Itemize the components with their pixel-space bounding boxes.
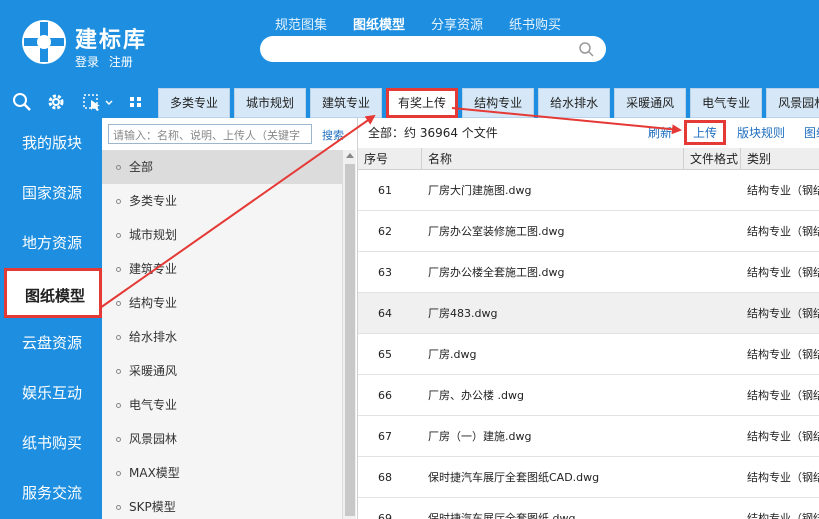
- scroll-up-icon[interactable]: [346, 153, 354, 158]
- left-nav-local[interactable]: 地方资源: [0, 218, 102, 268]
- toolbar: 多类专业 城市规划 建筑专业 有奖上传 结构专业 给水排水 采暖通风 电气专业 …: [0, 86, 819, 118]
- category-list: 全部 多类专业 城市规划 建筑专业 结构专业 给水排水 采暖通风 电气专业 风景…: [102, 150, 342, 519]
- left-nav-drawings[interactable]: 图纸模型: [4, 268, 102, 318]
- tab-reward-upload[interactable]: 有奖上传: [386, 88, 459, 118]
- bullet-icon: [116, 233, 121, 238]
- login-link[interactable]: 登录: [75, 55, 99, 69]
- upload-button[interactable]: 上传: [684, 120, 727, 145]
- category-item[interactable]: 电气专业: [102, 388, 342, 422]
- register-link[interactable]: 注册: [109, 55, 133, 69]
- table-row[interactable]: 68 保时捷汽车展厅全套图纸CAD.dwg 结构专业（钢结: [358, 457, 819, 498]
- scrollbar-thumb[interactable]: [345, 164, 355, 516]
- category-item[interactable]: 建筑专业: [102, 252, 342, 286]
- category-search-button[interactable]: 搜索: [322, 127, 344, 143]
- top-nav-books[interactable]: 纸书购买: [509, 14, 561, 33]
- left-nav-cloud[interactable]: 云盘资源: [0, 318, 102, 368]
- login-links: 登录 注册: [75, 53, 139, 70]
- tab-architecture[interactable]: 建筑专业: [310, 88, 383, 118]
- table-row[interactable]: 62 厂房办公室装修施工图.dwg 结构专业（钢结: [358, 211, 819, 252]
- bullet-icon: [116, 369, 121, 374]
- category-panel: 请输入：名称、说明、上传人（关键字 搜索 全部 多类专业 城市规划 建筑专业 结…: [102, 118, 358, 519]
- left-nav-my-section[interactable]: 我的版块: [0, 118, 102, 168]
- file-table-header: 序号 名称 文件格式 类别: [358, 148, 819, 170]
- bullet-icon: [116, 199, 121, 204]
- grid-icon[interactable]: [128, 92, 144, 112]
- bullet-icon: [116, 301, 121, 306]
- tab-structure[interactable]: 结构专业: [462, 88, 535, 118]
- category-tabs: 多类专业 城市规划 建筑专业 有奖上传 结构专业 给水排水 采暖通风 电气专业 …: [158, 88, 819, 118]
- tab-landscape[interactable]: 风景园林: [766, 88, 819, 118]
- top-nav-share[interactable]: 分享资源: [431, 14, 483, 33]
- gear-icon[interactable]: [46, 92, 66, 112]
- file-count: 全部：约 36964 个文件: [368, 126, 498, 140]
- bullet-icon: [116, 267, 121, 272]
- top-nav: 规范图集 图纸模型 分享资源 纸书购买: [262, 14, 574, 33]
- table-row[interactable]: 64 厂房483.dwg 结构专业（钢结: [358, 293, 819, 334]
- column-header-category[interactable]: 类别: [741, 148, 819, 169]
- bullet-icon: [116, 165, 121, 170]
- column-header-format[interactable]: 文件格式: [684, 148, 741, 169]
- table-row[interactable]: 61 厂房大门建施图.dwg 结构专业（钢结: [358, 170, 819, 211]
- logo-icon[interactable]: [20, 18, 68, 66]
- top-nav-standards[interactable]: 规范图集: [275, 14, 327, 33]
- table-row[interactable]: 69 保时捷汽车展厅全套图纸.dwg 结构专业（钢结: [358, 498, 819, 519]
- left-nav-entertainment[interactable]: 娱乐互动: [0, 368, 102, 418]
- tab-urban-planning[interactable]: 城市规划: [234, 88, 307, 118]
- category-item[interactable]: SKP模型: [102, 490, 342, 519]
- table-row[interactable]: 65 厂房.dwg 结构专业（钢结: [358, 334, 819, 375]
- left-nav-service[interactable]: 服务交流: [0, 468, 102, 518]
- category-item[interactable]: MAX模型: [102, 456, 342, 490]
- refresh-link[interactable]: 刷新: [648, 124, 672, 141]
- search-input[interactable]: [260, 36, 606, 62]
- cursor-select-icon[interactable]: [82, 92, 114, 112]
- block-rules-link[interactable]: 版块规则: [737, 124, 785, 141]
- category-scrollbar[interactable]: [342, 150, 356, 519]
- column-header-name[interactable]: 名称: [422, 148, 684, 169]
- search-icon[interactable]: [578, 41, 594, 57]
- tab-hvac[interactable]: 采暖通风: [614, 88, 687, 118]
- left-nav-books[interactable]: 纸书购买: [0, 418, 102, 468]
- bullet-icon: [116, 471, 121, 476]
- file-table-body: 61 厂房大门建施图.dwg 结构专业（钢结 62 厂房办公室装修施工图.dwg…: [358, 170, 819, 519]
- column-header-no[interactable]: 序号: [358, 148, 422, 169]
- bullet-icon: [116, 437, 121, 442]
- tab-multi[interactable]: 多类专业: [158, 88, 231, 118]
- category-item[interactable]: 多类专业: [102, 184, 342, 218]
- brand-name: 建标库: [75, 28, 148, 53]
- category-item[interactable]: 风景园林: [102, 422, 342, 456]
- app-header: 建标库 登录 注册 规范图集 图纸模型 分享资源 纸书购买: [0, 0, 819, 86]
- more-link[interactable]: 图纸: [804, 124, 819, 141]
- tab-electrical[interactable]: 电气专业: [690, 88, 763, 118]
- top-nav-drawings[interactable]: 图纸模型: [353, 14, 405, 33]
- left-nav-national[interactable]: 国家资源: [0, 168, 102, 218]
- search-icon[interactable]: [12, 92, 32, 112]
- category-search-input[interactable]: 请输入：名称、说明、上传人（关键字: [108, 124, 312, 144]
- table-row[interactable]: 63 厂房办公楼全套施工图.dwg 结构专业（钢结: [358, 252, 819, 293]
- tab-plumbing[interactable]: 给水排水: [538, 88, 611, 118]
- file-panel: 全部：约 36964 个文件 刷新 上传 版块规则 图纸 序号 名称 文件格式 …: [358, 118, 819, 519]
- category-item-all[interactable]: 全部: [102, 150, 342, 184]
- category-item[interactable]: 结构专业: [102, 286, 342, 320]
- table-row[interactable]: 67 厂房（一）建施.dwg 结构专业（钢结: [358, 416, 819, 457]
- category-item[interactable]: 城市规划: [102, 218, 342, 252]
- bullet-icon: [116, 403, 121, 408]
- left-nav: 我的版块 国家资源 地方资源 图纸模型 云盘资源 娱乐互动 纸书购买 服务交流: [0, 118, 102, 519]
- bullet-icon: [116, 505, 121, 510]
- table-row[interactable]: 66 厂房、办公楼 .dwg 结构专业（钢结: [358, 375, 819, 416]
- category-item[interactable]: 采暖通风: [102, 354, 342, 388]
- category-item[interactable]: 给水排水: [102, 320, 342, 354]
- bullet-icon: [116, 335, 121, 340]
